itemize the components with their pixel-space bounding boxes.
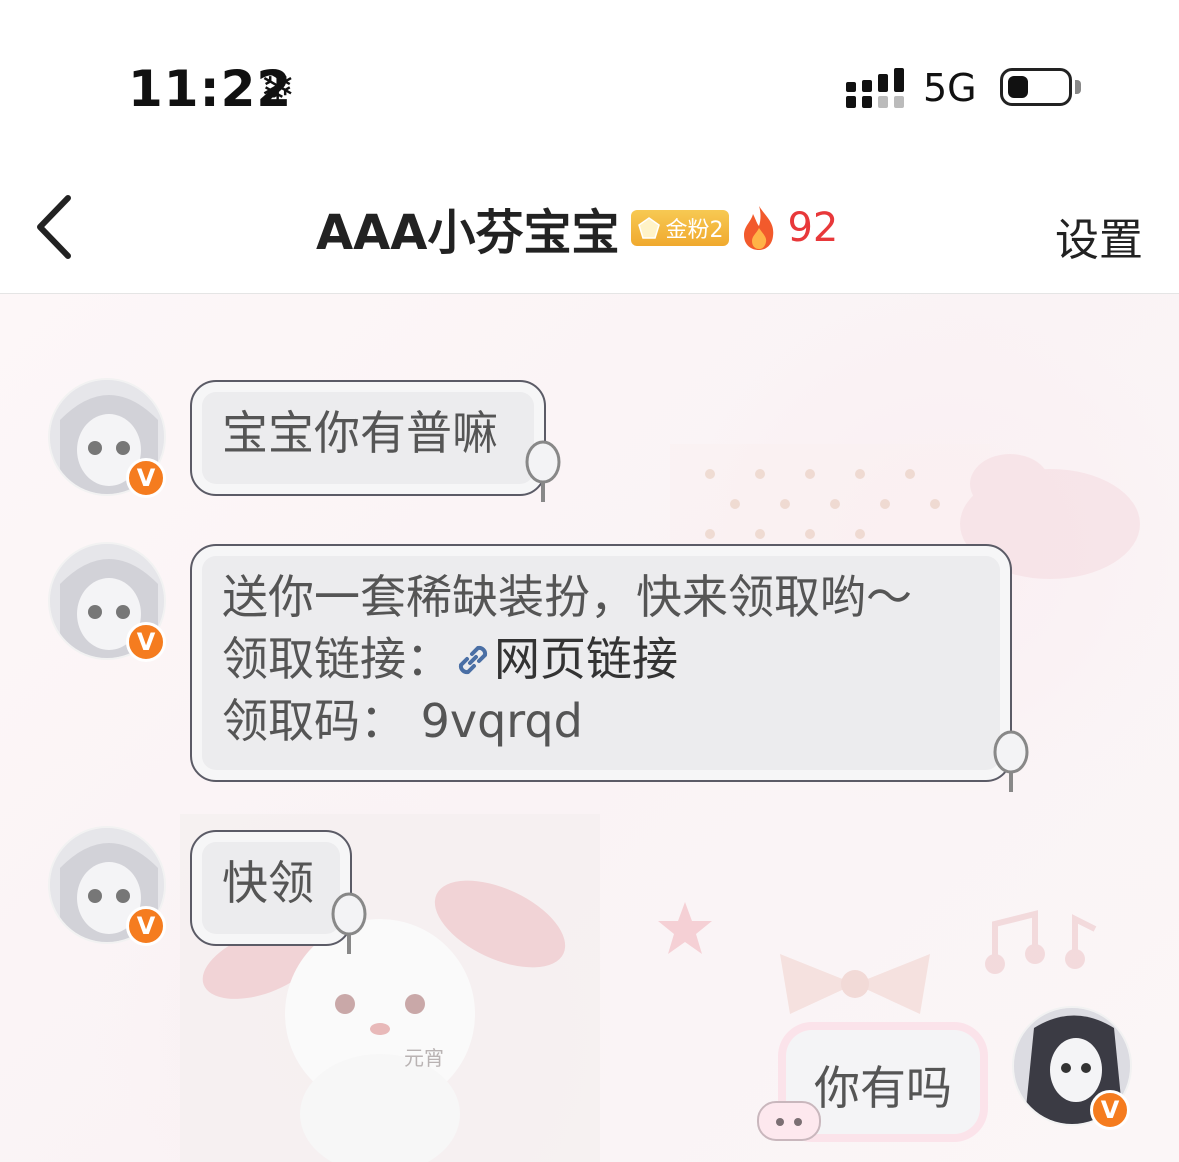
- bow-decoration: [780, 954, 930, 1014]
- message-bubble[interactable]: 快领: [190, 830, 352, 946]
- message-bubble[interactable]: 送你一套稀缺装扮，快来领取哟～ 领取链接： 网页链接 领取码： 9vqrqd: [190, 544, 1012, 782]
- message-line: 送你一套稀缺装扮，快来领取哟～: [222, 570, 912, 624]
- message-line: 领取码： 9vqrqd: [222, 694, 583, 748]
- watermark-text: 元宵: [404, 1046, 444, 1070]
- link-label: 领取链接：: [222, 632, 452, 686]
- gem-icon: [638, 217, 661, 239]
- intimacy-count: 92: [787, 205, 839, 251]
- back-icon[interactable]: [30, 192, 80, 262]
- music-note-decoration: [985, 910, 1097, 974]
- snowflake-icon: ❄: [260, 62, 296, 111]
- battery-icon: [1000, 68, 1072, 106]
- verified-badge-icon: V: [126, 458, 166, 498]
- message-text: 宝宝你有普嘛: [222, 406, 498, 460]
- web-link[interactable]: 网页链接: [494, 632, 678, 686]
- watermark: 元宵: [404, 1042, 444, 1071]
- signal-icon: [846, 68, 904, 108]
- chat-title[interactable]: AAA小芬宝宝: [316, 193, 619, 263]
- fire-icon: [744, 206, 774, 250]
- message-line: 领取链接： 网页链接: [222, 628, 980, 690]
- message-text: 快领: [222, 856, 314, 910]
- fan-badge-label: 金粉2: [665, 218, 724, 243]
- star-decoration: [658, 902, 712, 954]
- verified-badge-icon: V: [1090, 1090, 1130, 1130]
- fan-level-badge: 金粉2: [631, 210, 730, 246]
- chat-title-group: AAA小芬宝宝 金粉2 92: [316, 193, 839, 263]
- message-text: 你有吗: [814, 1061, 952, 1115]
- my-message-bubble[interactable]: 你有吗: [786, 1030, 980, 1134]
- chat-header: AAA小芬宝宝 金粉2 92 设置: [0, 170, 1179, 294]
- link-icon[interactable]: [452, 639, 494, 681]
- verified-badge-icon: V: [126, 906, 166, 946]
- battery-cap: [1075, 80, 1081, 94]
- chat-area[interactable]: 元宵 V 宝宝你有普嘛 V 送你一套稀缺装扮，快来领取哟～ 领取链接： 网页链接…: [0, 294, 1179, 1162]
- network-type: 5G: [923, 66, 977, 110]
- status-bar: 11:22 ❄ 5G: [0, 0, 1179, 170]
- settings-button[interactable]: 设置: [1055, 204, 1143, 268]
- verified-badge-icon: V: [126, 622, 166, 662]
- message-bubble[interactable]: 宝宝你有普嘛: [190, 380, 546, 496]
